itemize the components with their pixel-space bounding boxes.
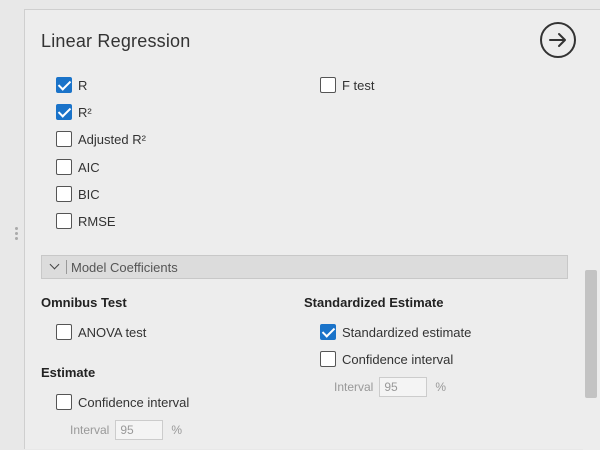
checkbox-box[interactable] [56,131,72,147]
checkbox-std-confidence-interval[interactable]: Confidence interval [320,349,453,369]
arrow-right-circle-icon [549,33,566,47]
section-label: Model Coefficients [71,259,178,275]
checkbox-bic[interactable]: BIC [56,184,100,204]
checkbox-r[interactable]: R [56,75,87,95]
checkbox-label: R [78,77,88,93]
checkbox-r2[interactable]: R² [56,102,92,122]
checkbox-label: Standardized estimate [342,324,472,340]
percent-unit: % [171,423,183,437]
checkbox-adjusted-r2[interactable]: Adjusted R² [56,129,146,149]
checkbox-box[interactable] [56,159,72,175]
checkbox-label: Adjusted R² [78,131,146,147]
interval-label: Interval [334,380,374,394]
checkbox-box[interactable] [56,324,72,340]
estimate-interval-input[interactable] [115,420,164,440]
checkbox-label: Confidence interval [78,394,190,410]
checkbox-box[interactable] [320,77,336,93]
drag-handle-icon[interactable] [15,227,19,241]
interval-label: Interval [70,423,110,437]
checkbox-box[interactable] [320,324,336,340]
checkbox-box[interactable] [320,351,336,367]
panel-title: Linear Regression [41,31,191,51]
checkbox-box[interactable] [56,186,72,202]
checkbox-box[interactable] [56,77,72,93]
options-panel: Linear Regression R R² Adjusted R² AIC B… [24,9,600,450]
checkbox-label: RMSE [78,213,116,229]
checkbox-f-test[interactable]: F test [320,75,375,95]
checkbox-aic[interactable]: AIC [56,157,100,177]
scrollbar-thumb[interactable] [585,270,597,398]
omnibus-heading: Omnibus Test [41,295,127,310]
estimate-heading: Estimate [41,365,96,380]
checkbox-box[interactable] [56,104,72,120]
checkbox-estimate-confidence-interval[interactable]: Confidence interval [56,392,189,412]
run-button[interactable] [540,22,576,58]
checkbox-anova-test[interactable]: ANOVA test [56,322,146,342]
checkbox-label: ANOVA test [78,324,147,340]
left-strip [0,0,24,449]
section-model-coefficients[interactable]: Model Coefficients [41,255,568,279]
checkbox-label: Confidence interval [342,351,454,367]
percent-unit: % [435,380,447,394]
checkbox-label: F test [342,77,375,93]
estimate-interval-row: Interval % [70,420,182,440]
std-interval-input[interactable] [379,377,428,397]
divider [66,260,67,274]
checkbox-standardized-estimate[interactable]: Standardized estimate [320,322,471,342]
checkbox-label: BIC [78,186,100,202]
checkbox-rmse[interactable]: RMSE [56,211,116,231]
chevron-down-icon [46,258,64,276]
checkbox-box[interactable] [56,213,72,229]
checkbox-label: R² [78,104,92,120]
standardized-estimate-heading: Standardized Estimate [304,295,444,310]
scrollbar[interactable] [583,70,600,450]
panel-content: R R² Adjusted R² AIC BIC RMSE F test Mod… [25,70,582,450]
checkbox-box[interactable] [56,394,72,410]
std-interval-row: Interval % [334,377,446,397]
checkbox-label: AIC [78,159,100,175]
